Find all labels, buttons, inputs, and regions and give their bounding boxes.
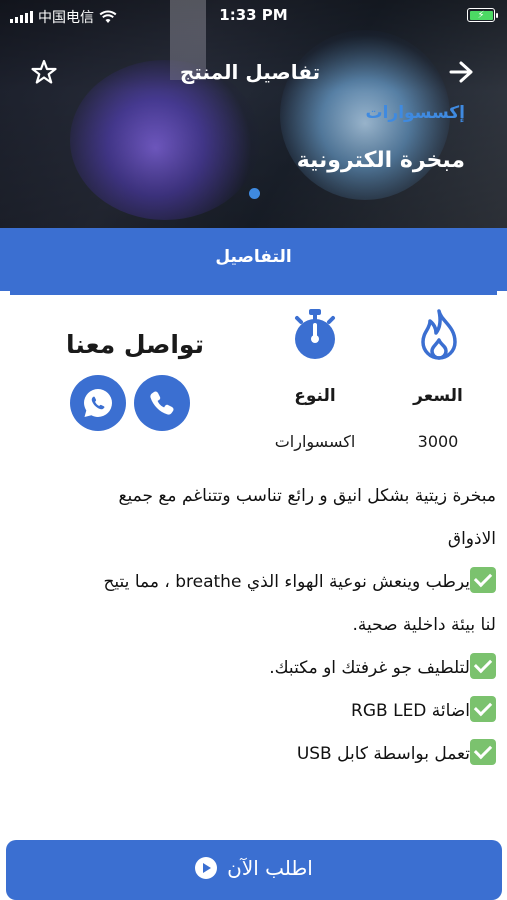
status-bar: 中国电信 1:33 PM ⚡: [0, 0, 507, 30]
product-category: إكسسوارات: [365, 103, 466, 123]
check-icon: [470, 696, 496, 722]
phone-icon: [150, 391, 174, 415]
check-icon: [470, 653, 496, 679]
page-title: تفاصيل المنتج: [179, 60, 321, 84]
tab-bar: التفاصيل: [0, 228, 507, 291]
tab-details[interactable]: التفاصيل: [0, 247, 507, 267]
description-line: مبخرة زيتية بشكل انيق و رائع تناسب وتتنا…: [118, 486, 496, 506]
order-now-label: اطلب الآن: [227, 856, 313, 880]
play-circle-icon: [195, 857, 218, 879]
flame-icon: [421, 309, 457, 360]
stopwatch-icon: [295, 309, 335, 359]
battery-icon: ⚡: [467, 8, 498, 22]
carousel-dot-active[interactable]: [249, 188, 260, 199]
status-time: 1:33 PM: [219, 6, 288, 24]
product-name: مبخرة الكترونية: [296, 148, 465, 173]
description-bullet: اضائة RGB LED: [14, 690, 496, 733]
call-button[interactable]: [134, 375, 190, 431]
type-label: النوع: [294, 386, 336, 406]
type-value: اكسسوارات: [274, 432, 356, 451]
product-description: مبخرة زيتية بشكل انيق و رائع تناسب وتتنا…: [14, 475, 496, 776]
favorite-star-icon[interactable]: [30, 58, 58, 86]
description-bullet: يرطب وينعش نوعية الهواء الذي breathe ، م…: [14, 561, 496, 604]
description-bullet: لتلطيف جو غرفتك او مكتبك.: [14, 647, 496, 690]
description-bullet: تعمل بواسطة كابل USB: [14, 733, 496, 776]
contact-title: تواصل معنا: [66, 330, 204, 359]
price-value: 3000: [417, 432, 459, 451]
check-icon: [470, 567, 496, 593]
tab-indicator: [10, 291, 497, 295]
whatsapp-button[interactable]: [70, 375, 126, 431]
description-line: الاذواق: [447, 529, 496, 549]
order-now-button[interactable]: اطلب الآن: [6, 840, 502, 900]
back-arrow-icon[interactable]: [447, 58, 475, 86]
whatsapp-icon: [84, 389, 112, 417]
price-label: السعر: [413, 386, 463, 406]
check-icon: [470, 739, 496, 765]
description-line: لنا بيئة داخلية صحية.: [352, 615, 496, 635]
